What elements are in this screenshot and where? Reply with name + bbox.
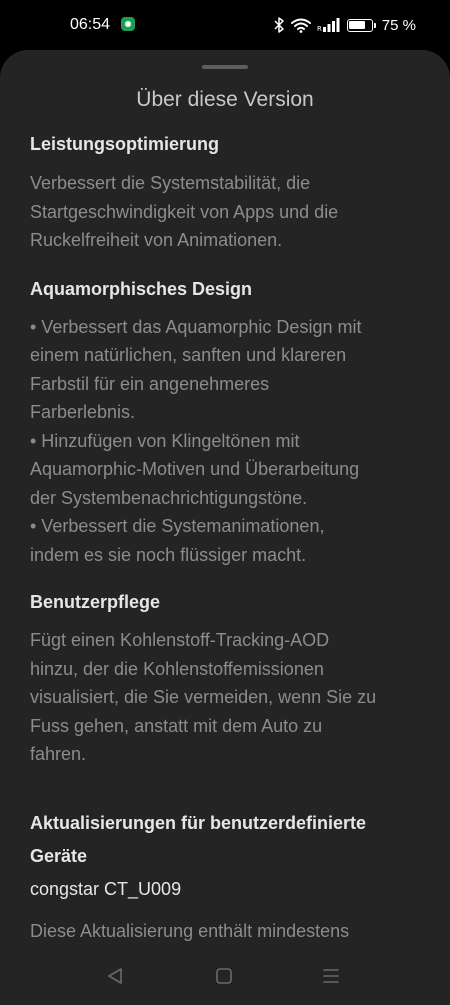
home-icon[interactable] xyxy=(214,966,234,986)
svg-text:R: R xyxy=(317,25,322,32)
section-body-design: • Verbessert das Aquamorphic Design mit … xyxy=(30,316,362,565)
navigation-bar xyxy=(0,960,450,1005)
section-heading-design: Aquamorphisches Design xyxy=(30,278,253,299)
signal-icon: R xyxy=(317,18,341,32)
section-body-performance: Verbessert die Systemstabilität, die Sta… xyxy=(30,173,339,250)
section-heading-performance: Leistungsoptimierung xyxy=(30,134,219,154)
release-notes[interactable]: Leistungsoptimierung Verbessert die Syst… xyxy=(30,130,425,945)
wifi-icon xyxy=(290,18,311,33)
battery-level xyxy=(349,21,366,29)
device-name: congstar CT_U009 xyxy=(30,878,182,899)
sheet-title: Über diese Version xyxy=(136,88,314,111)
about-version-sheet: Über diese Version Leistungsoptimierung … xyxy=(0,50,450,1005)
status-icons: R 75 % xyxy=(273,15,416,35)
drag-handle[interactable] xyxy=(202,65,248,69)
section-body-user-care: Fügt einen Kohlenstoff-Tracking-AOD hinz… xyxy=(30,630,377,764)
status-bar: 06:54 R 75 % xyxy=(0,0,450,50)
status-time: 06:54 xyxy=(70,16,111,33)
battery-percent: 75 % xyxy=(381,16,416,34)
section-heading-device-updates: Aktualisierungen für benutzerdefinierte … xyxy=(30,812,367,866)
section-body-device-updates: Diese Aktualisierung enthält mindestens xyxy=(30,920,350,941)
back-icon[interactable] xyxy=(106,966,124,986)
battery-icon xyxy=(346,18,376,32)
section-heading-user-care: Benutzerpflege xyxy=(30,592,161,612)
bluetooth-icon xyxy=(273,17,285,33)
menu-icon[interactable] xyxy=(322,966,340,986)
app-notification-icon xyxy=(121,17,135,31)
